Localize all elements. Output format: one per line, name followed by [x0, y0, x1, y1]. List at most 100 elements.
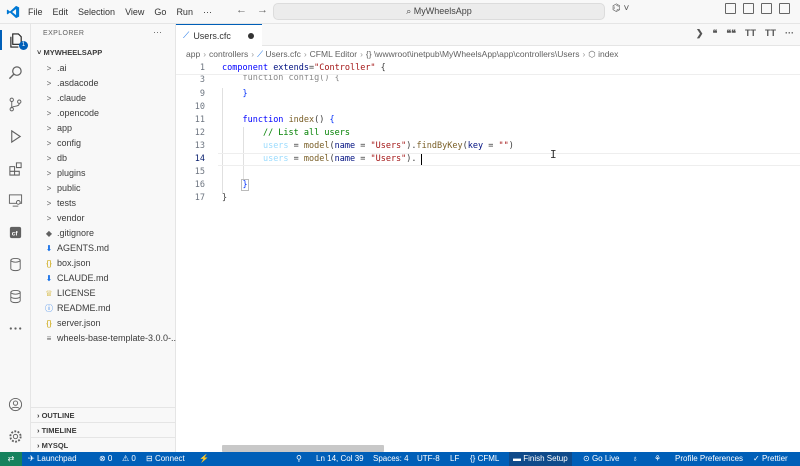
tab-users-cfc[interactable]: ⟋ Users.cfc — [176, 24, 262, 46]
sidebar-title: EXPLORER — [43, 30, 85, 37]
menu-file[interactable]: File — [28, 7, 43, 17]
text-case-action-icon[interactable]: TT — [745, 28, 756, 39]
more-actions-icon[interactable]: ··· — [785, 28, 794, 39]
toggle-secondary-sidebar-icon[interactable] — [761, 3, 772, 14]
end-of-line[interactable]: LF — [450, 452, 459, 466]
problems-errors[interactable]: ⊗ 0 — [99, 452, 112, 466]
explorer-icon[interactable]: 1 — [0, 30, 31, 50]
profile-preferences[interactable]: Profile Preferences — [675, 452, 743, 466]
menu-more[interactable]: ··· — [203, 7, 212, 17]
tree-folder-tests[interactable]: > tests — [31, 196, 176, 211]
tree-file-server-json[interactable]: {} server.json — [31, 316, 176, 331]
sticky-scroll-line[interactable]: 1 component extends="Controller" { — [176, 62, 800, 75]
code-line: 12 // List all users — [176, 127, 800, 140]
cfml-icon[interactable]: cf — [0, 222, 31, 242]
quote-action-icon[interactable]: ❝ — [712, 28, 717, 39]
tree-folder-vendor[interactable]: > vendor — [31, 211, 176, 226]
tree-folder-public[interactable]: > public — [31, 181, 176, 196]
connect-item[interactable]: ⊟ Connect — [146, 452, 185, 466]
code-line: 10 — [176, 101, 800, 114]
menu-edit[interactable]: Edit — [53, 7, 69, 17]
timeline-section[interactable]: › TIMELINE — [31, 422, 176, 437]
back-arrow-icon[interactable]: ← — [236, 4, 247, 16]
tree-item-label: CLAUDE.md — [57, 273, 109, 283]
extensions-icon[interactable] — [0, 158, 31, 178]
database-icon[interactable] — [0, 254, 31, 274]
copilot-icon[interactable]: ⌬ ˅ — [612, 3, 629, 14]
info-file-icon: ⓘ — [45, 304, 53, 313]
tree-item-label: .claude — [57, 93, 87, 103]
lightning-icon[interactable]: ⚡ — [199, 452, 209, 466]
toggle-panel-icon[interactable] — [743, 3, 754, 14]
language-mode[interactable]: {} CFML — [470, 452, 499, 466]
database-explorer-icon[interactable] — [0, 286, 31, 306]
menu-bar: File Edit Selection View Go Run ··· — [28, 0, 222, 24]
encoding[interactable]: UTF-8 — [417, 452, 440, 466]
code-editor[interactable]: 3 function config() { 1 component extend… — [176, 62, 800, 445]
double-quote-action-icon[interactable]: ❝❝ — [726, 28, 736, 39]
menu-view[interactable]: View — [125, 7, 144, 17]
tree-file-claude-md[interactable]: ⬇ CLAUDE.md — [31, 271, 176, 286]
sync-icon[interactable]: ⚲ — [296, 452, 302, 466]
remote-explorer-icon[interactable] — [0, 190, 31, 210]
outline-section[interactable]: › OUTLINE — [31, 407, 176, 422]
indentation[interactable]: Spaces: 4 — [373, 452, 409, 466]
tree-folder-claude[interactable]: > .claude — [31, 91, 176, 106]
text-case-alt-action-icon[interactable]: TT — [765, 28, 776, 39]
menu-selection[interactable]: Selection — [78, 7, 115, 17]
tree-folder-plugins[interactable]: > plugins — [31, 166, 176, 181]
finish-setup[interactable]: ▬ Finish Setup — [509, 452, 572, 466]
forward-arrow-icon[interactable]: → — [257, 4, 268, 16]
mysql-section[interactable]: › MYSQL — [31, 437, 176, 452]
tree-file-wheels-template[interactable]: ≡ wheels-base-template-3.0.0-... — [31, 331, 176, 346]
finish-setup-label: Finish Setup — [523, 454, 568, 463]
accessibility-icon[interactable]: ⚘ — [654, 452, 661, 466]
launchpad-item[interactable]: ✈ Launchpad — [28, 452, 77, 466]
tree-folder-asdacode[interactable]: > .asdacode — [31, 76, 176, 91]
tree-item-label: plugins — [57, 168, 86, 178]
tree-folder-db[interactable]: > db — [31, 151, 176, 166]
prettier[interactable]: ✓ Prettier — [753, 452, 788, 466]
customize-layout-icon[interactable] — [779, 3, 790, 14]
source-control-icon[interactable] — [0, 94, 31, 114]
tree-file-gitignore[interactable]: ◆ .gitignore — [31, 226, 176, 241]
search-icon[interactable] — [0, 62, 31, 82]
breadcrumb-item[interactable]: index — [598, 49, 618, 59]
horizontal-scrollbar[interactable] — [222, 445, 384, 452]
svg-text:cf: cf — [12, 230, 19, 237]
database-icon: ⊟ — [146, 454, 155, 463]
workspace-root[interactable]: ˅ MYWHEELSAPP — [37, 48, 102, 57]
tree-folder-config[interactable]: > config — [31, 136, 176, 151]
tree-item-label: box.json — [57, 258, 91, 268]
problems-warnings[interactable]: ⚠ 0 — [122, 452, 136, 466]
cursor-position[interactable]: Ln 14, Col 39 — [316, 452, 364, 466]
account-icon[interactable] — [0, 394, 31, 414]
toggle-primary-sidebar-icon[interactable] — [725, 3, 736, 14]
bell-icon[interactable]: ♁ — [632, 452, 638, 466]
tree-folder-opencode[interactable]: > .opencode — [31, 106, 176, 121]
settings-gear-icon[interactable] — [0, 426, 31, 446]
unsaved-dot-icon[interactable] — [248, 32, 254, 39]
sidebar-more-icon[interactable]: ··· — [153, 27, 162, 37]
tree-file-agents-md[interactable]: ⬇ AGENTS.md — [31, 241, 176, 256]
run-action-icon[interactable]: ❯ — [696, 28, 704, 39]
more-icon[interactable] — [0, 318, 31, 338]
tree-item-label: wheels-base-template-3.0.0-... — [57, 333, 176, 343]
breadcrumb-item[interactable]: Users.cfc — [265, 49, 300, 59]
breadcrumb-item[interactable]: app — [186, 49, 200, 59]
go-live[interactable]: ⊙ Go Live — [583, 452, 620, 466]
tree-folder-ai[interactable]: > .ai — [31, 61, 176, 76]
run-debug-icon[interactable] — [0, 126, 31, 146]
breadcrumb-item[interactable]: CFML Editor — [310, 49, 357, 59]
remote-indicator-icon[interactable]: ⇄ — [0, 452, 22, 466]
chevron-right-icon: > — [46, 109, 52, 118]
tree-folder-app[interactable]: > app — [31, 121, 176, 136]
breadcrumb-item[interactable]: {} \wwwroot\inetpub\MyWheelsApp\app\cont… — [366, 49, 580, 59]
breadcrumb-item[interactable]: controllers — [209, 49, 248, 59]
tree-file-license[interactable]: ♕ LICENSE — [31, 286, 176, 301]
menu-run[interactable]: Run — [176, 7, 193, 17]
tree-file-box-json[interactable]: {} box.json — [31, 256, 176, 271]
tree-file-readme-md[interactable]: ⓘ README.md — [31, 301, 176, 316]
menu-go[interactable]: Go — [154, 7, 166, 17]
command-center-search[interactable]: ⌕ MyWheelsApp — [273, 3, 605, 20]
